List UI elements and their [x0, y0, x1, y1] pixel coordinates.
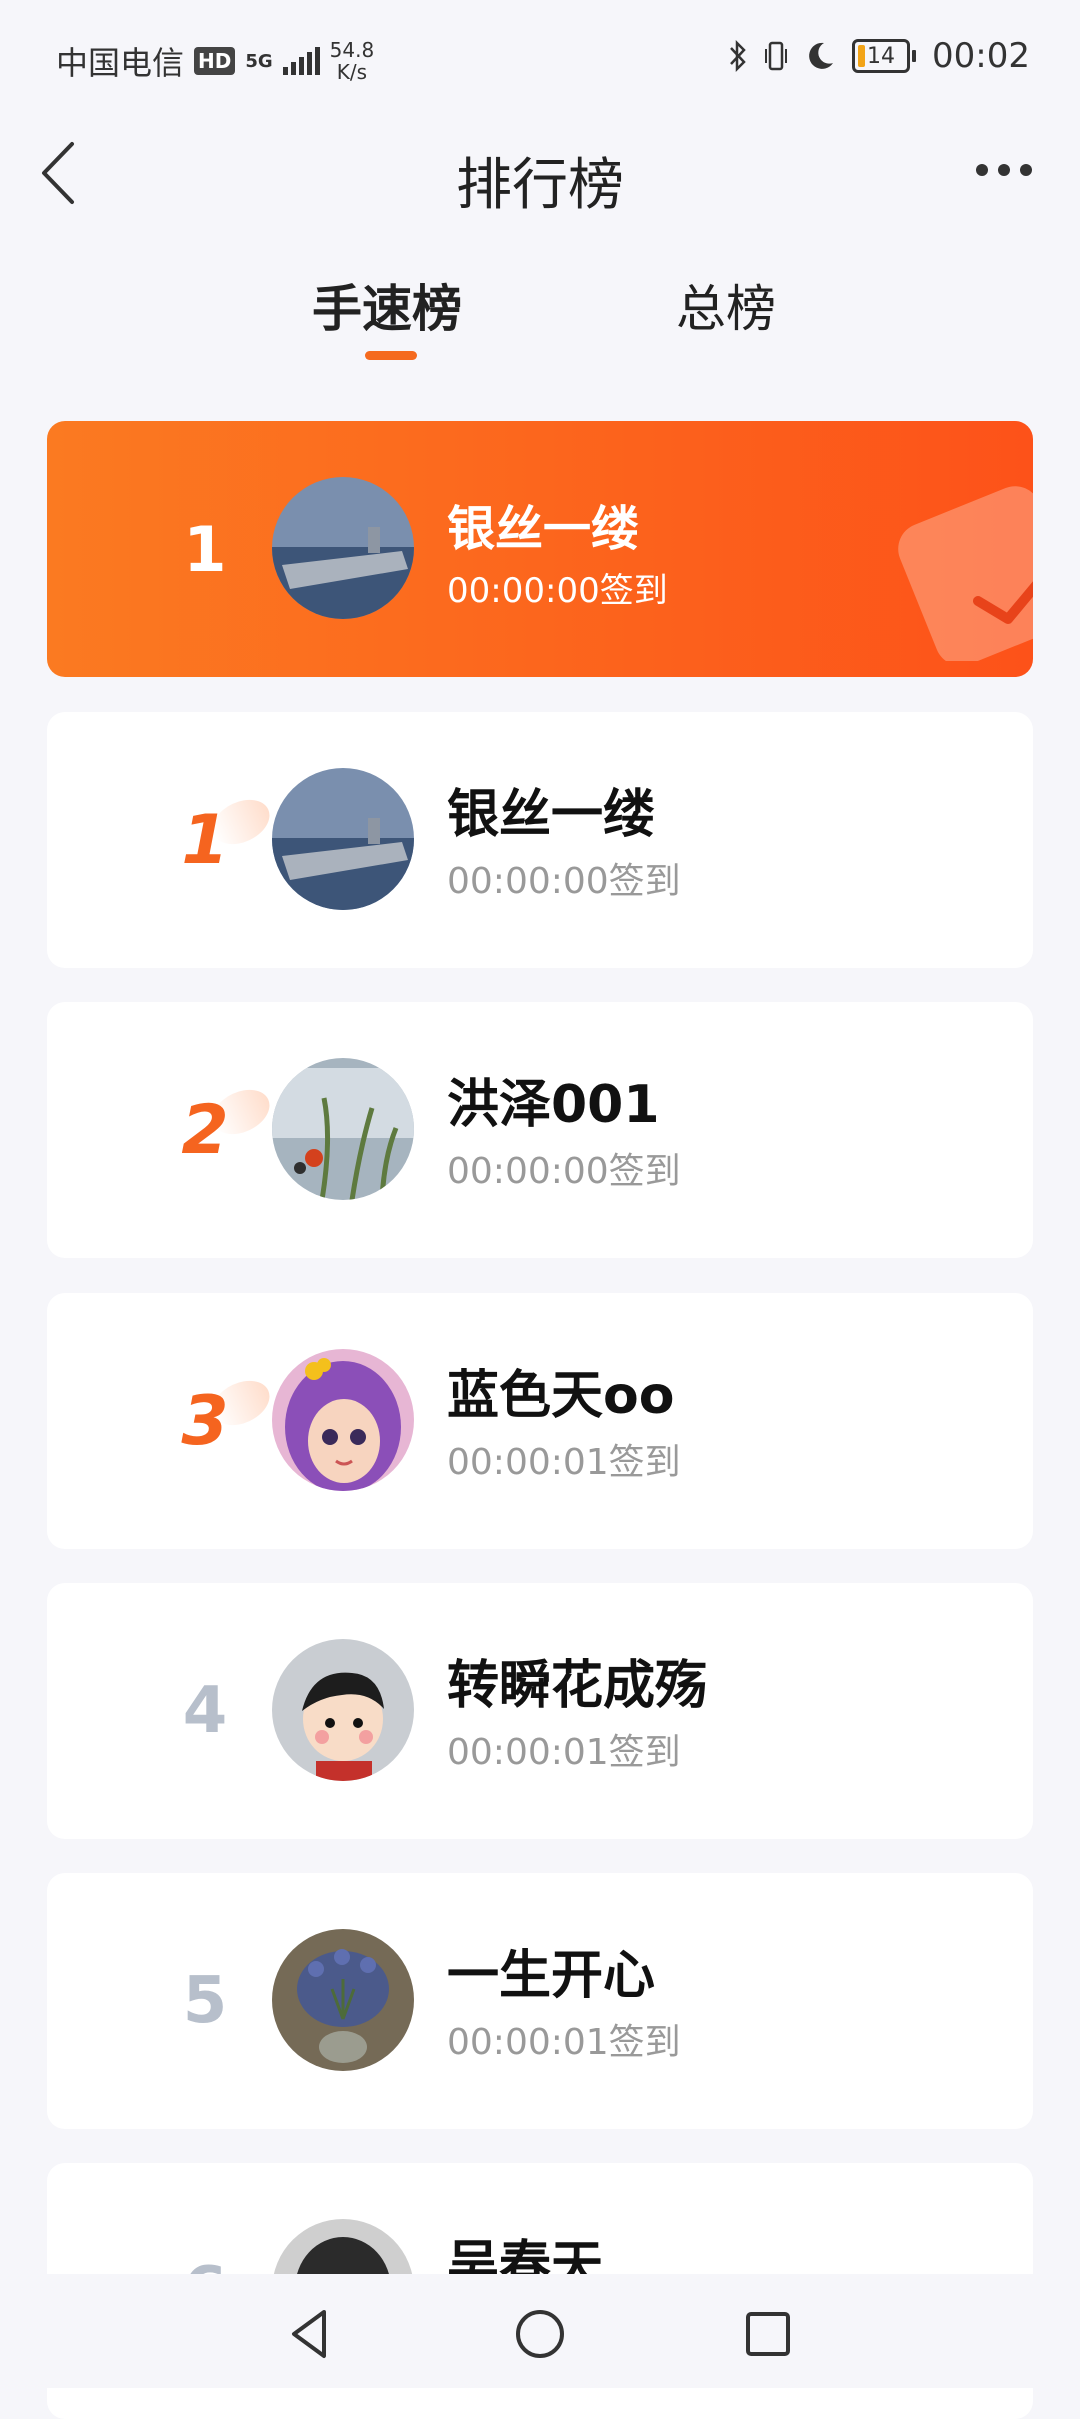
tab-speed-ranking[interactable]: 手速榜 — [312, 269, 462, 341]
network-label: 5G — [245, 50, 273, 72]
list-item[interactable]: 3 蓝色天oo 00:00:01签到 — [47, 1293, 1033, 1549]
rank-number: 5 — [182, 1964, 228, 2038]
user-name: 银丝一缕 — [447, 785, 656, 845]
user-name: 一生开心 — [447, 1946, 656, 2006]
sign-in-time: 00:00:00签到 — [447, 1151, 681, 1192]
status-left: 中国电信 HD 5G 54.8 K/s — [56, 38, 374, 84]
calendar-check-icon — [898, 486, 1033, 661]
system-nav-bar — [0, 2274, 1080, 2388]
back-triangle-icon[interactable] — [280, 2304, 340, 2364]
user-name: 洪泽001 — [447, 1075, 660, 1135]
nav-bar: 排行榜 — [0, 110, 1080, 240]
my-rank-time: 00:00:00签到 — [447, 571, 668, 611]
battery-icon: 14 — [852, 39, 917, 73]
bluetooth-icon — [730, 39, 746, 73]
active-tab-indicator — [365, 351, 417, 360]
sign-in-time: 00:00:01签到 — [447, 1732, 681, 1773]
home-circle-icon[interactable] — [510, 2304, 570, 2364]
clock: 00:02 — [932, 36, 1030, 76]
tab-bar: 手速榜 总榜 — [0, 255, 1080, 365]
speed-unit: K/s — [336, 60, 368, 84]
status-bar: 中国电信 HD 5G 54.8 K/s 14 00:02 — [0, 0, 1080, 110]
rank-number: 1 — [155, 712, 277, 968]
rank-number: 4 — [182, 1674, 228, 1748]
status-right: 14 00:02 — [728, 36, 1030, 76]
list-item[interactable]: 1 银丝一缕 00:00:00签到 — [47, 712, 1033, 968]
list-item[interactable]: 2 洪泽001 00:00:00签到 — [47, 1002, 1033, 1258]
hd-badge: HD — [194, 47, 236, 75]
network-speed: 54.8 K/s — [330, 39, 375, 83]
more-options-icon[interactable] — [976, 164, 1032, 176]
list-item[interactable]: 4 转瞬花成殇 00:00:01签到 — [47, 1583, 1033, 1839]
battery-level: 14 — [867, 43, 896, 69]
my-rank-card[interactable]: 1 银丝一缕 00:00:00签到 — [47, 421, 1033, 677]
my-rank-name: 银丝一缕 — [447, 501, 640, 557]
carrier-label: 中国电信 — [56, 44, 185, 82]
user-name: 转瞬花成殇 — [447, 1656, 708, 1716]
sign-in-time: 00:00:01签到 — [447, 1442, 681, 1483]
rank-number: 3 — [155, 1293, 277, 1549]
signal-icon — [282, 47, 320, 75]
recents-square-icon[interactable] — [738, 2304, 798, 2364]
sign-in-time: 00:00:00签到 — [447, 861, 681, 902]
tab-overall-ranking[interactable]: 总榜 — [676, 269, 776, 341]
avatar — [272, 1058, 414, 1200]
my-rank-number: 1 — [183, 512, 227, 586]
avatar — [272, 768, 414, 910]
avatar — [272, 1639, 414, 1781]
moon-icon — [809, 42, 834, 69]
rank-number: 2 — [155, 1002, 277, 1258]
avatar — [272, 477, 414, 619]
sign-in-time: 00:00:01签到 — [447, 2022, 681, 2063]
list-item[interactable]: 5 一生开心 00:00:01签到 — [47, 1873, 1033, 2129]
avatar — [272, 1929, 414, 2071]
vibrate-icon — [765, 41, 788, 71]
speed-value: 54.8 — [329, 38, 375, 62]
avatar — [272, 1349, 414, 1491]
page-title: 排行榜 — [456, 153, 624, 218]
user-name: 蓝色天oo — [447, 1366, 675, 1426]
